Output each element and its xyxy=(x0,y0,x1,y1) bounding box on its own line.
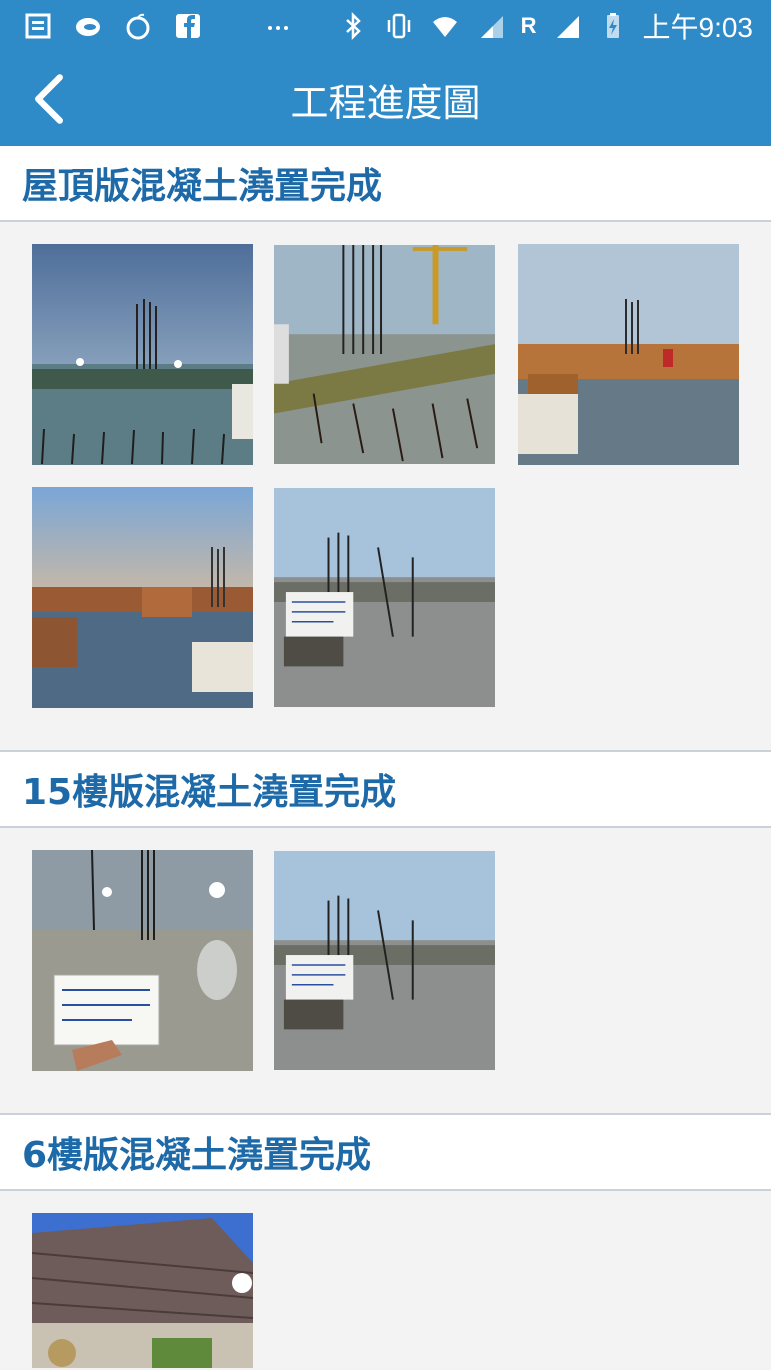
apple-icon xyxy=(122,10,154,42)
section-header: 15樓版混凝土澆置完成 xyxy=(0,750,771,828)
photo-thumbnail[interactable] xyxy=(32,850,253,1071)
more-icon xyxy=(262,10,294,42)
photo-thumbnail[interactable] xyxy=(518,244,739,465)
chevron-left-icon xyxy=(35,74,63,124)
bluetooth-icon xyxy=(337,10,369,42)
status-bar: R 上午9:03 xyxy=(0,0,771,52)
app-bar: 工程進度圖 xyxy=(0,52,771,146)
news-icon xyxy=(22,10,54,42)
signal-icon xyxy=(475,10,507,42)
battery-icon xyxy=(597,10,629,42)
clock: 上午9:03 xyxy=(642,12,754,43)
section-header: 屋頂版混凝土澆置完成 xyxy=(0,146,771,222)
photo-grid xyxy=(0,1191,771,1368)
photo-thumbnail[interactable] xyxy=(274,850,495,1071)
photo-grid xyxy=(0,828,771,1071)
wifi-icon xyxy=(429,10,461,42)
progress-list: 屋頂版混凝土澆置完成 15樓版混凝土澆置完成 6樓版混凝土澆置完成 xyxy=(0,146,771,1368)
facebook-icon xyxy=(172,10,204,42)
back-button[interactable] xyxy=(24,70,74,128)
roaming-indicator: R xyxy=(520,13,537,38)
photo-grid xyxy=(0,222,771,708)
photo-thumbnail[interactable] xyxy=(32,487,253,708)
cloud-icon xyxy=(72,10,104,42)
photo-thumbnail[interactable] xyxy=(274,487,495,708)
signal-icon-2 xyxy=(551,10,583,42)
section-header: 6樓版混凝土澆置完成 xyxy=(0,1113,771,1191)
vibrate-icon xyxy=(383,10,415,42)
photo-thumbnail[interactable] xyxy=(32,1213,253,1368)
photo-thumbnail[interactable] xyxy=(32,244,253,465)
photo-thumbnail[interactable] xyxy=(274,244,495,465)
page-title: 工程進度圖 xyxy=(290,80,481,125)
